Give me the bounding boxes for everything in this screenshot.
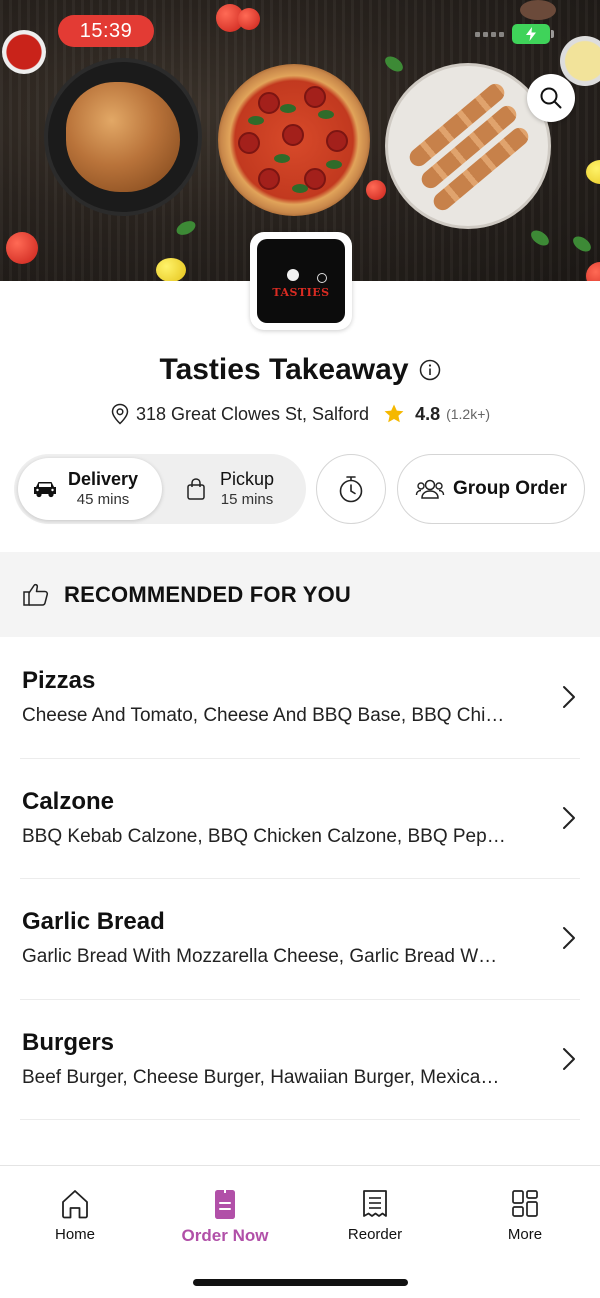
category-name: Burgers [22,1028,115,1056]
category-row-calzone[interactable]: Calzone BBQ Kebab Calzone, BBQ Chicken C… [20,759,580,879]
stopwatch-icon [339,476,363,503]
receipt-icon [363,1190,387,1217]
nav-label: Reorder [347,1226,403,1243]
search-icon [540,87,562,109]
category-items: BBQ Kebab Calzone, BBQ Chicken Calzone, … [22,825,506,847]
location-pin-icon [111,403,129,425]
nav-order-now[interactable]: Order Now [150,1188,300,1246]
schedule-button[interactable] [316,454,386,524]
category-row-pizzas[interactable]: Pizzas Cheese And Tomato, Cheese And BBQ… [20,638,580,759]
category-items: Beef Burger, Cheese Burger, Hawaiian Bur… [22,1066,500,1088]
category-row-garlic-bread[interactable]: Garlic Bread Garlic Bread With Mozzarell… [20,879,580,1000]
restaurant-name: Tasties Takeaway [159,353,409,386]
nav-reorder[interactable]: Reorder [300,1188,450,1243]
category-items: Cheese And Tomato, Cheese And BBQ Base, … [22,705,505,726]
order-icon [215,1190,235,1219]
info-icon[interactable] [419,359,441,381]
status-time: 15:39 [58,15,154,47]
category-name: Pizzas [22,667,96,694]
restaurant-address: 318 Great Clowes St, Salford [135,403,370,424]
pickup-option[interactable]: Pickup 15 mins [182,458,302,520]
battery-charging-icon [512,24,554,44]
status-icons [475,24,554,44]
rating-value: 4.8 [415,403,441,424]
category-name: Calzone [22,787,115,815]
restaurant-logo: TASTIES [250,232,352,330]
chevron-right-icon [563,1047,575,1070]
star-icon [384,404,404,423]
category-row-burgers[interactable]: Burgers Beef Burger, Cheese Burger, Hawa… [20,1000,580,1120]
car-icon [34,482,56,498]
delivery-time: 45 mins [76,491,130,508]
search-button[interactable] [527,74,575,122]
home-icon [62,1190,88,1219]
group-order-button[interactable]: Group Order [397,454,585,524]
nav-label: Home [54,1226,95,1243]
nav-label: More [507,1226,543,1243]
pickup-label: Pickup [220,469,275,489]
nav-home[interactable]: Home [0,1188,150,1243]
thumbs-up-icon [23,583,49,606]
chevron-right-icon [563,686,575,708]
chevron-right-icon [563,806,575,829]
category-name: Garlic Bread [22,908,165,935]
signal-icon [475,31,504,37]
group-users-icon [415,479,445,499]
shopping-bag-icon [187,478,205,500]
order-mode-toggle: Delivery 45 mins Pickup 15 mins [14,454,306,524]
recommended-label: RECOMMENDED FOR YOU [64,581,351,607]
group-order-label: Group Order [452,478,567,499]
nav-label: Order Now [181,1226,269,1245]
restaurant-title-row: Tasties Takeaway [0,350,600,390]
delivery-label: Delivery [68,469,139,489]
pickup-time: 15 mins [220,491,274,508]
nav-more[interactable]: More [450,1188,600,1243]
delivery-option[interactable]: Delivery 45 mins [18,458,162,520]
home-indicator[interactable] [193,1279,408,1286]
recommended-header: RECOMMENDED FOR YOU [0,552,600,637]
category-list: Pizzas Cheese And Tomato, Cheese And BBQ… [0,638,600,1120]
chevron-right-icon [563,927,575,949]
logo-text: TASTIES [272,286,330,299]
rating-count: (1.2k+) [446,406,491,422]
grid-icon [512,1190,538,1217]
category-items: Garlic Bread With Mozzarella Cheese, Gar… [22,946,498,967]
address-rating-row: 318 Great Clowes St, Salford 4.8 (1.2k+) [0,400,600,428]
